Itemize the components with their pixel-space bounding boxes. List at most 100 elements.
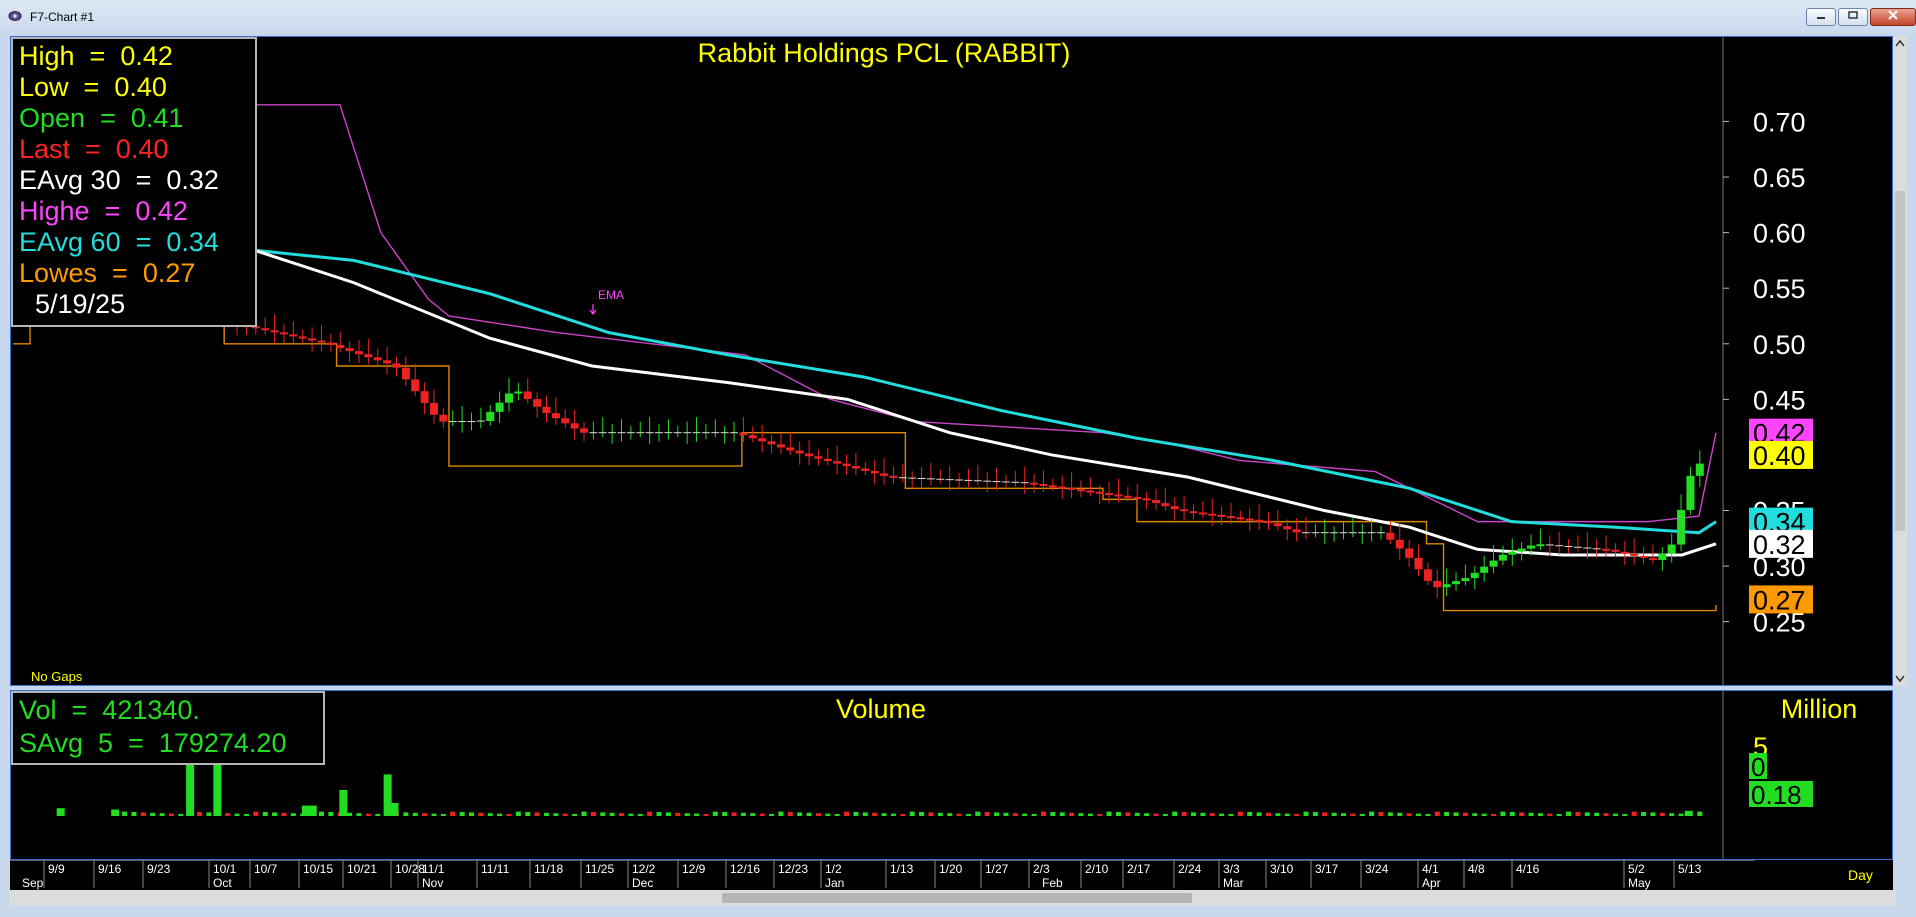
volume-bar [422,813,428,816]
volume-bar [150,812,156,816]
volume-bar [1650,812,1656,816]
price-flag: 0.40 [1749,440,1813,471]
volume-bar [1190,812,1196,816]
candle [289,321,298,344]
volume-bar [928,812,934,816]
candle [673,426,682,438]
candle [870,459,879,485]
candle [458,406,467,433]
volume-bar [1078,813,1084,816]
candle [551,397,560,425]
candle [1311,523,1320,538]
volume-spike-bar [186,764,195,816]
candle [983,471,992,493]
day-label: 1/27 [985,862,1009,876]
ema-arrow-icon [589,304,597,315]
candle [748,426,757,443]
candle [279,323,288,344]
volume-bar [1697,811,1703,816]
volume-bar [487,813,493,816]
volume-bar [628,813,634,816]
candle [1620,540,1629,565]
volume-bar [1247,812,1253,816]
volume-bar [543,812,549,816]
no-gaps-label: No Gaps [31,669,83,684]
volume-spike-bar [308,805,317,816]
volume-spike-bar [1684,810,1693,816]
scroll-down-icon[interactable] [1893,672,1907,684]
month-label: Dec [632,876,653,890]
candle [851,452,860,476]
svg-text:0.32: 0.32 [1753,530,1806,560]
volume-bar [1256,812,1262,816]
volume-bar [740,812,746,816]
time-axis-chart: 9/9 9/16 9/23 10/1 10/7 10/15 10/21 10/2811/1 11… [10,860,1873,890]
legend-value: 0.42 [120,41,173,71]
volume-bar [159,813,165,816]
volume-spike-bar [213,764,222,816]
ema-annotation: EMA [598,288,624,302]
volume-bar [853,812,859,816]
candle [429,389,438,424]
horizontal-scrollbar[interactable] [10,890,1896,906]
scroll-up-icon[interactable] [1893,38,1907,50]
price-legend-row: Lowes = 0.27 [19,258,196,288]
volume-bar [881,813,887,816]
close-button[interactable] [1870,8,1916,26]
volume-bar [900,814,906,816]
candle [1405,539,1414,567]
candle [533,392,542,418]
volume-bar [1284,813,1290,816]
volume-spike-bar [339,790,348,816]
vertical-scroll-thumb[interactable] [1895,191,1905,531]
day-label: 10/15 [303,862,333,876]
volume-bar [1172,811,1178,816]
price-chart[interactable]: 0.700.650.600.550.500.450.350.300.25 0.4… [11,37,1892,685]
candle [345,341,354,363]
volume-bar [497,813,503,816]
candle [1273,509,1282,531]
legend-name: EAvg 60 [19,227,121,257]
horizontal-scroll-thumb[interactable] [722,893,1192,903]
candle [1189,504,1198,520]
day-label: 9/16 [98,862,122,876]
volume-bar [1115,812,1121,816]
legend-name: Low [19,72,69,102]
candle [1048,478,1057,492]
vertical-scrollbar[interactable] [1893,36,1907,686]
volume-bar [1472,813,1478,816]
candle [1452,572,1461,591]
volume-bar [534,812,540,816]
volume-bar [1566,811,1572,816]
candle [814,449,823,466]
volume-legend-row: SAvg 5 = 179274.20 [19,728,287,758]
volume-bar [619,813,625,816]
candle [608,423,617,444]
price-legend-row: Last = 0.40 [19,134,169,164]
price-legend-row: EAvg 30 = 0.32 [19,165,219,195]
volume-bar [890,813,896,816]
day-label: 12/9 [682,862,706,876]
candle [1067,472,1076,499]
volume-bar [909,811,915,816]
candle [1536,528,1545,550]
day-label: 2/3 [1033,862,1050,876]
volume-bar [131,812,137,816]
volume-bar [1237,811,1243,816]
candle [1602,535,1611,557]
minimize-button[interactable] [1806,8,1836,26]
candle [617,419,626,442]
volume-bar [1200,812,1206,816]
legend-value: 0.42 [135,196,188,226]
maximize-button[interactable] [1838,8,1868,26]
volume-flag: 0 [1749,752,1767,782]
candle [1573,535,1582,552]
volume-bar [347,812,353,816]
volume-bar [1378,812,1384,816]
candle [1320,519,1329,544]
volume-bar [290,813,296,816]
volume-bar [844,811,850,816]
window-titlebar: F7-Chart #1 [0,0,1916,35]
candle [720,426,729,444]
day-label: 9/9 [48,862,65,876]
